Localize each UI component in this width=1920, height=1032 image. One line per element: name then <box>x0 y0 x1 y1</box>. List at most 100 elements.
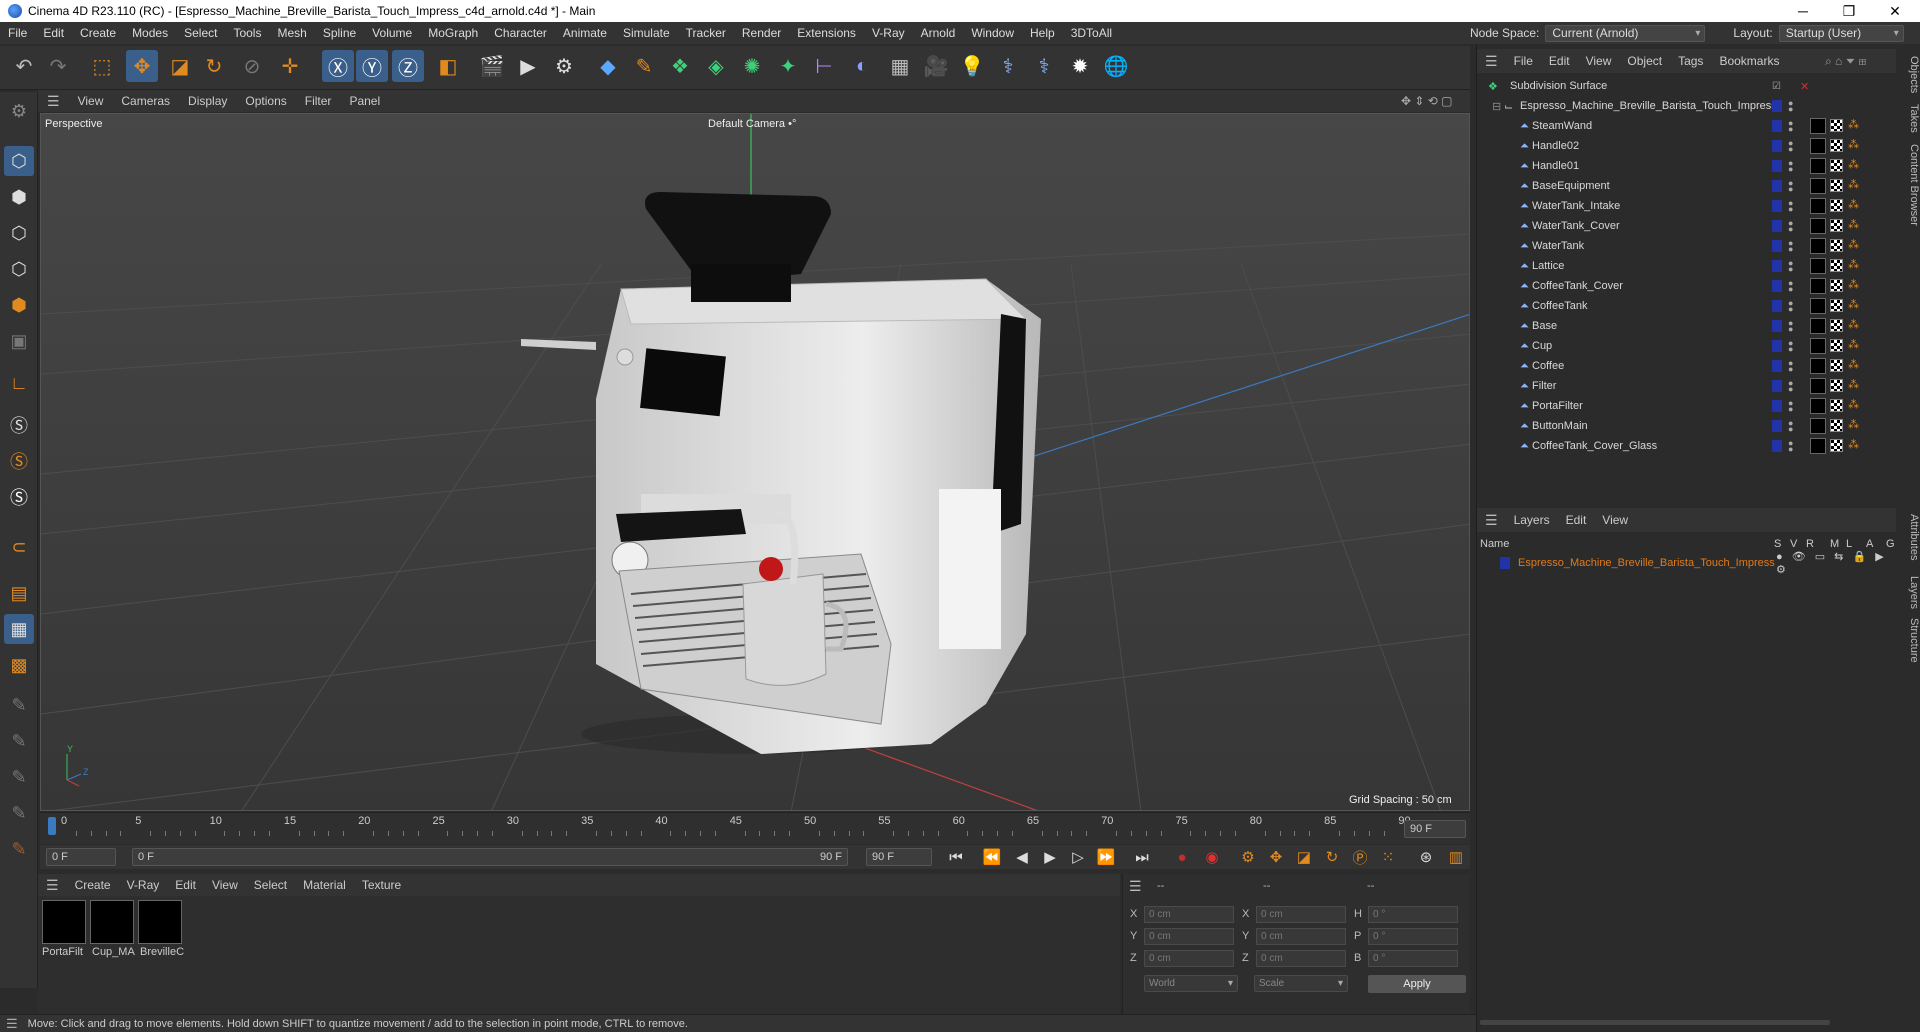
arnold-tag-icon[interactable]: ⁂ <box>1848 298 1859 311</box>
viewport-menu-options[interactable]: Options <box>236 94 295 108</box>
material-menu-view[interactable]: View <box>204 878 246 892</box>
minimize-button[interactable]: ─ <box>1780 0 1826 22</box>
material-tag-icon[interactable] <box>1810 358 1826 374</box>
texture-tag-icon[interactable] <box>1830 159 1843 172</box>
object-row[interactable]: ⏶ Lattice ● ● ⁂ <box>1476 256 1896 276</box>
menu-help[interactable]: Help <box>1022 26 1063 40</box>
object-visibility-dots[interactable]: ● ● <box>1788 139 1793 154</box>
scale-tool-icon[interactable]: ◪ <box>164 50 196 82</box>
material-menu-edit[interactable]: Edit <box>167 878 204 892</box>
world-select[interactable]: World <box>1144 975 1238 992</box>
viewport-menu-filter[interactable]: Filter <box>296 94 341 108</box>
timeline-ruler[interactable]: 051015202530354045505560657075808590 90 … <box>40 812 1470 844</box>
coord-rot-field[interactable]: 0 ° <box>1368 928 1458 945</box>
group-visibility-dots[interactable]: ● ● <box>1788 99 1793 114</box>
go-to-start-icon[interactable]: ⏮ <box>944 846 968 868</box>
z-axis-lock-icon[interactable]: Ⓩ <box>392 50 424 82</box>
locked-workplane-icon[interactable]: ▩ <box>4 650 34 680</box>
side-tab-structure[interactable]: Structure <box>1900 618 1920 663</box>
viewport-hamburger-icon[interactable]: ☰ <box>38 93 69 110</box>
arnold-tag-icon[interactable]: ⁂ <box>1848 378 1859 391</box>
key-scale-icon[interactable]: ◪ <box>1292 846 1316 868</box>
edges-mode-icon[interactable]: ⬡ <box>4 254 34 284</box>
transform-tool-icon[interactable]: ✛ <box>274 50 306 82</box>
material-swatch-cup[interactable] <box>90 900 134 944</box>
subdivision-surface-icon[interactable]: ❖ <box>664 50 696 82</box>
arnold-tag-icon[interactable]: ⁂ <box>1848 118 1859 131</box>
playhead[interactable] <box>48 817 56 835</box>
extrude-generator-icon[interactable]: ◈ <box>700 50 732 82</box>
texture-tag-icon[interactable] <box>1830 259 1843 272</box>
python-script-icon[interactable]: ⚕ <box>992 50 1024 82</box>
material-tag-icon[interactable] <box>1810 178 1826 194</box>
coord-pos-field[interactable]: 0 cm <box>1144 906 1234 923</box>
material-menu-create[interactable]: Create <box>67 878 119 892</box>
object-visibility-dots[interactable]: ● ● <box>1788 339 1793 354</box>
object-visibility-dots[interactable]: ● ● <box>1788 179 1793 194</box>
frame-range-slider[interactable]: 0 F 90 F <box>132 848 848 866</box>
object-layer-swatch[interactable] <box>1772 160 1782 172</box>
object-search-icon[interactable]: ⌕ ⌂ ⏷ ⊞ <box>1817 54 1874 69</box>
globe-icon[interactable]: 🌐 <box>1100 50 1132 82</box>
pen-spline-icon[interactable]: ✎ <box>628 50 660 82</box>
mograph-fracture-icon[interactable]: ✦ <box>772 50 804 82</box>
layers-horizontal-scrollbar[interactable] <box>1480 1020 1830 1025</box>
object-row[interactable]: ⏶ WaterTank_Cover ● ● ⁂ <box>1476 216 1896 236</box>
object-layer-swatch[interactable] <box>1772 340 1782 352</box>
model-mode-icon[interactable]: ⬡ <box>4 146 34 176</box>
render-settings-icon[interactable]: ⚙ <box>548 50 580 82</box>
rotate-tool-icon[interactable]: ↻ <box>198 50 230 82</box>
object-row[interactable]: ⏶ CoffeeTank ● ● ⁂ <box>1476 296 1896 316</box>
material-menu-vray[interactable]: V-Ray <box>119 878 168 892</box>
close-button[interactable]: ✕ <box>1872 0 1918 22</box>
arnold-tag-icon[interactable]: ⁂ <box>1848 238 1859 251</box>
viewport-menu-cameras[interactable]: Cameras <box>112 94 179 108</box>
menu-create[interactable]: Create <box>72 26 124 40</box>
coord-pos-field[interactable]: 0 cm <box>1144 950 1234 967</box>
object-row-root[interactable]: ❖ Subdivision Surface ☑ ✕ <box>1476 76 1896 96</box>
side-tab-takes[interactable]: Takes <box>1900 104 1920 133</box>
timeline-window-icon[interactable]: ▥ <box>1444 846 1468 868</box>
material-tag-icon[interactable] <box>1810 378 1826 394</box>
status-hamburger-icon[interactable]: ☰ <box>6 1016 18 1032</box>
object-row[interactable]: ⏶ Cup ● ● ⁂ <box>1476 336 1896 356</box>
layers-menu-layers[interactable]: Layers <box>1506 513 1558 527</box>
texture-tag-icon[interactable] <box>1830 179 1843 192</box>
material-tag-icon[interactable] <box>1810 198 1826 214</box>
layers-menu-edit[interactable]: Edit <box>1558 513 1595 527</box>
layers-hamburger-icon[interactable]: ☰ <box>1477 512 1506 529</box>
arnold-tag-icon[interactable]: ⁂ <box>1848 138 1859 151</box>
viewport-menu-panel[interactable]: Panel <box>340 94 389 108</box>
menu-character[interactable]: Character <box>486 26 555 40</box>
menu-edit[interactable]: Edit <box>35 26 72 40</box>
object-row[interactable]: ⏶ BaseEquipment ● ● ⁂ <box>1476 176 1896 196</box>
camera-label[interactable]: Default Camera •° <box>708 118 796 130</box>
object-visibility-dots[interactable]: ● ● <box>1788 219 1793 234</box>
object-row[interactable]: ⏶ Base ● ● ⁂ <box>1476 316 1896 336</box>
uv-mode-icon[interactable]: ▣ <box>4 326 34 356</box>
menu-tools[interactable]: Tools <box>225 26 269 40</box>
timeline-sound-icon[interactable]: ⊛ <box>1414 846 1438 868</box>
menu-render[interactable]: Render <box>734 26 789 40</box>
object-visibility-dots[interactable]: ● ● <box>1788 419 1793 434</box>
group-layer-swatch[interactable] <box>1772 100 1782 112</box>
material-swatch-portafilter[interactable] <box>42 900 86 944</box>
smooth-icon[interactable]: ✎ <box>4 798 34 828</box>
material-tag-icon[interactable] <box>1810 118 1826 134</box>
object-visibility-dots[interactable]: ● ● <box>1788 299 1793 314</box>
material-swatch-breville[interactable] <box>138 900 182 944</box>
arnold-tag-icon[interactable]: ⁂ <box>1848 278 1859 291</box>
object-hamburger-icon[interactable]: ☰ <box>1477 53 1506 70</box>
render-view-icon[interactable]: 🎬 <box>476 50 508 82</box>
arnold-tag-icon[interactable]: ⁂ <box>1848 418 1859 431</box>
field-icon[interactable]: ◐ <box>846 50 878 82</box>
menu-vray[interactable]: V-Ray <box>864 26 913 40</box>
object-row[interactable]: ⏶ CoffeeTank_Cover ● ● ⁂ <box>1476 276 1896 296</box>
record-active-icon[interactable]: ● <box>1170 846 1194 868</box>
menu-3dtoall[interactable]: 3DToAll <box>1063 26 1120 40</box>
object-layer-swatch[interactable] <box>1772 260 1782 272</box>
material-menu-select[interactable]: Select <box>246 878 295 892</box>
object-visibility-dots[interactable]: ● ● <box>1788 119 1793 134</box>
polygons-mode-icon[interactable]: ⬢ <box>4 290 34 320</box>
coord-rot-field[interactable]: 0 ° <box>1368 906 1458 923</box>
